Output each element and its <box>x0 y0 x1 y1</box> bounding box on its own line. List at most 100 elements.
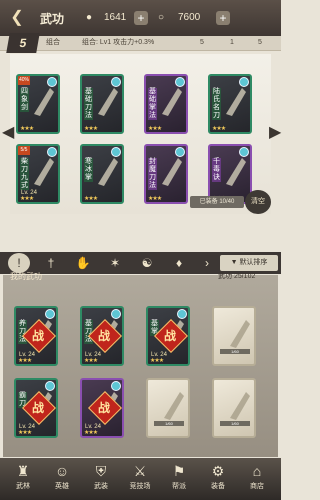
sort-dropdown[interactable]: ▼ 默认排序 <box>220 255 278 271</box>
martial-art-image <box>222 154 250 190</box>
arena-icon: ⚔ <box>133 463 147 479</box>
martial-art-image <box>160 388 188 424</box>
card-name: 基础掌法 <box>148 88 157 120</box>
filter-spider-tab[interactable]: ✶ <box>104 253 126 273</box>
owned-card[interactable]: 霸刀战 Lv. 24 ★★★ <box>14 378 58 438</box>
gem-icon <box>175 77 185 87</box>
nav-label: 商店 <box>250 483 264 490</box>
gem-icon <box>175 147 185 157</box>
combo-badge[interactable]: 5 <box>6 33 40 53</box>
equipped-card[interactable]: 基础掌法 ★★★ <box>144 74 188 134</box>
owned-count-value: 25/102 <box>233 273 256 280</box>
martial-art-image <box>94 84 122 120</box>
star-rating: ★★★ <box>20 126 34 132</box>
nav-gear[interactable]: ⚙ 装备 <box>201 460 235 498</box>
equipped-card[interactable]: 寒冰掌 ★★★ <box>80 144 124 204</box>
nav-label: 武林 <box>16 483 30 490</box>
filter-taiji-tab[interactable]: ☯ <box>136 253 158 273</box>
gem-icon <box>239 77 249 87</box>
tier-tag: 40% <box>18 76 30 85</box>
battle-seal-label: 战 <box>97 329 110 343</box>
owned-card[interactable]: 基掌战 Lv. 24 ★★★ <box>146 306 190 366</box>
fragment-progress: 1/60 <box>220 349 250 354</box>
equipped-card[interactable]: 5/5 柴刀九式 Lv. 24 ★★★ <box>16 144 60 204</box>
filter-dagger-tab[interactable]: ♦ <box>168 253 190 273</box>
star-rating: ★★★ <box>20 196 34 202</box>
owned-card[interactable]: 基刀法战 Lv. 24 ★★★ <box>80 306 124 366</box>
card-name: 陆氏名刀 <box>212 88 221 120</box>
gear-icon: ⚙ <box>211 463 225 479</box>
martial-art-image <box>226 316 254 352</box>
nav-label: 英雄 <box>55 483 69 490</box>
add-silver-button[interactable]: + <box>216 11 230 25</box>
card-name: 寒冰掌 <box>84 158 93 182</box>
nav-guild[interactable]: ⚑ 帮派 <box>162 460 196 498</box>
gem-icon <box>45 381 55 391</box>
martial-art-image <box>30 154 58 190</box>
star-rating: ★★★ <box>84 196 98 202</box>
prev-page-arrow[interactable]: ◀ <box>2 122 14 144</box>
back-button[interactable]: ❮ <box>6 8 28 28</box>
owned-card[interactable]: 1/60 <box>212 378 256 438</box>
martial-art-image <box>226 388 254 424</box>
gem-icon <box>111 147 121 157</box>
equipped-count: 已装备 10/40 <box>190 196 244 208</box>
battle-seal-label: 战 <box>163 329 176 343</box>
martial-art-image <box>158 84 186 120</box>
star-rating: ★★★ <box>148 196 162 202</box>
owned-card[interactable]: 1/60 <box>212 306 256 366</box>
gold-icon: ● <box>86 12 93 23</box>
martial-art-image <box>158 154 186 190</box>
next-page-arrow[interactable]: ▶ <box>269 122 281 144</box>
nav-tower[interactable]: ♜ 武林 <box>6 460 40 498</box>
equipped-card[interactable]: 封魔刀法 ★★★ <box>144 144 188 204</box>
combo-tag: 组合 <box>46 39 60 46</box>
star-rating: ★★★ <box>150 358 164 364</box>
silver-icon: ○ <box>158 12 165 23</box>
gem-icon <box>111 309 121 319</box>
gem-icon <box>47 147 57 157</box>
equipped-card[interactable]: 基础刀法 ★★★ <box>80 74 124 134</box>
gem-icon <box>45 309 55 319</box>
stat-b: 1 <box>230 39 234 46</box>
stat-c: 5 <box>258 39 262 46</box>
star-rating: ★★★ <box>84 430 98 436</box>
add-gold-button[interactable]: + <box>134 11 148 25</box>
star-rating: ★★★ <box>84 358 98 364</box>
page-title: 武功 <box>40 12 65 26</box>
gem-icon <box>47 77 57 87</box>
nav-arena[interactable]: ⚔ 竞技场 <box>123 460 157 498</box>
shop-icon: ⌂ <box>252 463 262 479</box>
gem-icon <box>177 309 187 319</box>
nav-label: 武装 <box>94 483 108 490</box>
nav-hero[interactable]: ☺ 英雄 <box>45 460 79 498</box>
filter-palm-tab[interactable]: ✋ <box>72 253 94 273</box>
silver-amount: 7600 <box>178 12 201 23</box>
owned-count: 武功 25/102 <box>218 270 255 284</box>
clear-button[interactable]: 清空 <box>245 190 271 214</box>
guild-icon: ⚑ <box>172 463 186 479</box>
fragment-progress: 1/60 <box>220 421 250 426</box>
equipped-card[interactable]: 40% 四象剑 ★★★ <box>16 74 60 134</box>
equipped-card[interactable]: 千毒诀★★★ <box>208 144 252 204</box>
owned-card[interactable]: 战 Lv. 24 ★★★ <box>80 378 124 438</box>
nav-shop[interactable]: ⌂ 商店 <box>240 460 274 498</box>
card-name: 基础刀法 <box>84 88 93 120</box>
nav-armor[interactable]: ⛨ 武装 <box>84 460 118 498</box>
battle-seal-label: 战 <box>31 329 44 343</box>
card-name: 千毒诀 <box>212 158 221 182</box>
star-rating: ★★★ <box>18 430 32 436</box>
star-rating: ★★★ <box>18 358 32 364</box>
filter-nav-right[interactable]: › <box>196 253 218 273</box>
owned-card[interactable]: 1/60 <box>146 378 190 438</box>
martial-art-image <box>222 84 250 120</box>
owned-card[interactable]: 养刀法战 Lv. 24 ★★★ <box>14 306 58 366</box>
owned-section-title: 我的武功 <box>10 272 42 281</box>
card-name: 封魔刀法 <box>148 158 157 190</box>
battle-seal-label: 战 <box>97 401 110 415</box>
star-rating: ★★★ <box>212 126 226 132</box>
combo-bonus-text: 组合: Lv1 攻击力+0.3% <box>82 39 155 46</box>
tower-icon: ♜ <box>16 463 30 479</box>
battle-seal-label: 战 <box>31 401 44 415</box>
equipped-card[interactable]: 陆氏名刀 ★★★ <box>208 74 252 134</box>
